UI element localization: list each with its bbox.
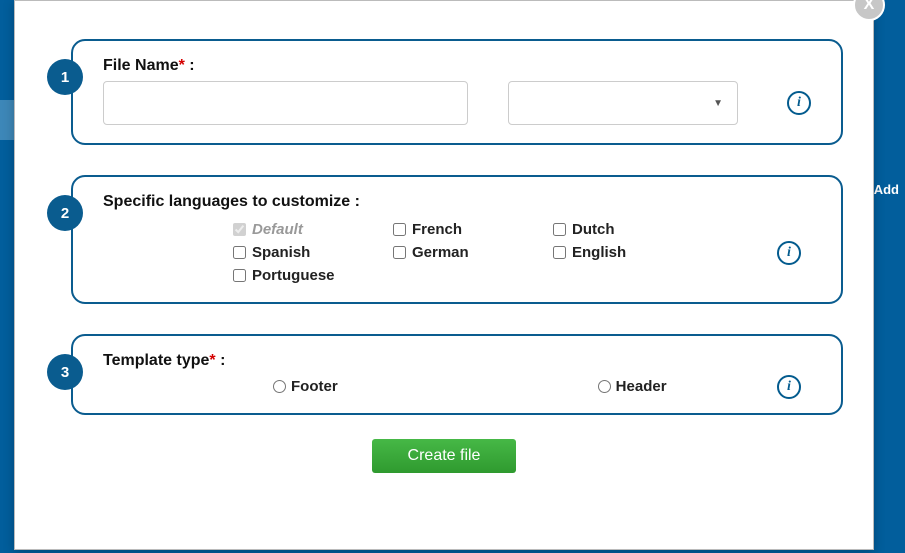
radio-header[interactable]: Header xyxy=(598,378,667,395)
section-file-name: 1 File Name* : ▼ i xyxy=(71,39,843,145)
template-type-row: Footer Header i xyxy=(103,378,811,395)
lang-label: French xyxy=(412,221,462,238)
section-template-type: 3 Template type* : Footer Header i xyxy=(71,334,843,415)
label-text: File Name xyxy=(103,57,179,74)
close-button[interactable]: X xyxy=(853,0,885,21)
radio-label: Header xyxy=(616,378,667,395)
checkbox-default xyxy=(233,223,246,236)
lang-english[interactable]: English xyxy=(553,244,713,261)
step-badge-3: 3 xyxy=(47,354,83,390)
file-name-select[interactable]: ▼ xyxy=(508,81,738,125)
create-file-modal: X 1 File Name* : ▼ i 2 Specific language… xyxy=(14,0,874,550)
required-asterisk: * xyxy=(179,57,185,74)
lang-label: Default xyxy=(252,221,303,238)
checkbox-dutch[interactable] xyxy=(553,223,566,236)
lang-dutch[interactable]: Dutch xyxy=(553,221,713,238)
info-icon[interactable]: i xyxy=(777,375,801,399)
radio-footer[interactable]: Footer xyxy=(273,378,338,395)
file-name-label: File Name* : xyxy=(103,57,811,75)
lang-label: German xyxy=(412,244,469,261)
lang-french[interactable]: French xyxy=(393,221,553,238)
label-text: Template type xyxy=(103,352,209,369)
lang-label: Spanish xyxy=(252,244,310,261)
lang-label: Dutch xyxy=(572,221,615,238)
info-icon[interactable]: i xyxy=(777,241,801,265)
create-file-button[interactable]: Create file xyxy=(372,439,517,473)
info-icon[interactable]: i xyxy=(787,91,811,115)
lang-label: Portuguese xyxy=(252,267,335,284)
checkbox-portuguese[interactable] xyxy=(233,269,246,282)
lang-spanish[interactable]: Spanish xyxy=(233,244,393,261)
radio-label: Footer xyxy=(291,378,338,395)
lang-default: Default xyxy=(233,221,393,238)
chevron-down-icon: ▼ xyxy=(713,98,723,109)
radio-header-input[interactable] xyxy=(598,380,611,393)
checkbox-german[interactable] xyxy=(393,246,406,259)
languages-label: Specific languages to customize : xyxy=(103,193,811,211)
template-type-label: Template type* : xyxy=(103,352,811,370)
required-asterisk: * xyxy=(209,352,215,369)
lang-portuguese[interactable]: Portuguese xyxy=(233,267,393,284)
radio-footer-input[interactable] xyxy=(273,380,286,393)
file-name-row: ▼ i xyxy=(103,81,811,125)
checkbox-french[interactable] xyxy=(393,223,406,236)
step-badge-2: 2 xyxy=(47,195,83,231)
checkbox-spanish[interactable] xyxy=(233,246,246,259)
file-name-input[interactable] xyxy=(103,81,468,125)
languages-grid: Default Spanish Portuguese French xyxy=(103,221,811,284)
section-languages: 2 Specific languages to customize : Defa… xyxy=(71,175,843,304)
step-badge-1: 1 xyxy=(47,59,83,95)
lang-label: English xyxy=(572,244,626,261)
lang-german[interactable]: German xyxy=(393,244,553,261)
checkbox-english[interactable] xyxy=(553,246,566,259)
